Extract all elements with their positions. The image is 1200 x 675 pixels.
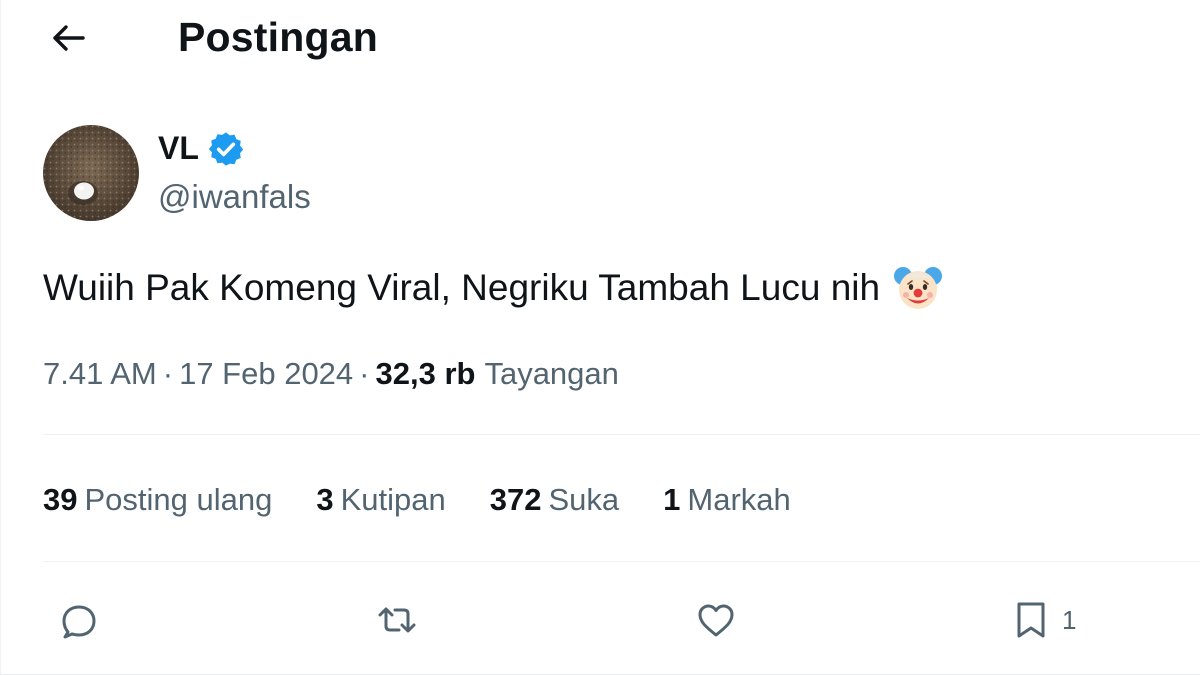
views-label: Tayangan — [484, 356, 619, 391]
bookmark-icon — [1017, 602, 1045, 638]
arrow-left-icon — [53, 25, 85, 51]
heart-icon — [698, 604, 734, 637]
avatar-image — [43, 125, 139, 221]
stat-reposts[interactable]: 39 Posting ulang — [43, 482, 272, 518]
post-meta: 7.41 AM · 17 Feb 2024 · 32,3 rb Tayangan — [43, 356, 619, 392]
engagement-stats: 39 Posting ulang 3 Kutipan 372 Suka 1 Ma… — [43, 482, 835, 518]
page-title: Postingan — [178, 14, 378, 60]
clown-face-icon — [894, 267, 943, 309]
like-button[interactable] — [690, 590, 742, 650]
author-handle[interactable]: @iwanfals — [158, 178, 311, 216]
avatar[interactable] — [43, 125, 139, 221]
stat-label: Suka — [548, 482, 620, 517]
reply-icon — [62, 605, 96, 639]
stat-quotes[interactable]: 3 Kutipan — [316, 482, 445, 518]
back-button[interactable] — [41, 14, 95, 62]
verified-badge-icon — [208, 132, 243, 166]
reply-button[interactable] — [53, 590, 105, 650]
repost-icon — [378, 607, 416, 633]
top-bar: Postingan — [1, 0, 1200, 78]
stat-bookmarks[interactable]: 1 Markah — [663, 482, 791, 518]
stat-count: 39 — [43, 482, 78, 517]
action-bar: 1 — [1, 590, 1200, 650]
post-time[interactable]: 7.41 AM — [43, 356, 157, 392]
post-detail-page: Postingan VL @iwanfals Wuiih Pak Komeng … — [0, 0, 1200, 675]
bookmark-button[interactable]: 1 — [1006, 590, 1076, 650]
author-name-row[interactable]: VL — [158, 128, 245, 168]
divider — [43, 561, 1200, 562]
bookmark-count: 1 — [1062, 604, 1077, 635]
views-count: 32,3 rb — [375, 356, 476, 391]
post-date[interactable]: 17 Feb 2024 — [179, 356, 353, 392]
stat-label: Kutipan — [340, 482, 446, 517]
stat-label: Posting ulang — [84, 482, 273, 517]
stat-count: 372 — [489, 482, 542, 517]
stat-count: 3 — [316, 482, 334, 517]
meta-separator: · — [359, 356, 370, 391]
post-text: Wuiih Pak Komeng Viral, Negriku Tambah L… — [43, 262, 944, 314]
meta-separator: · — [162, 356, 174, 391]
stat-label: Markah — [687, 482, 791, 517]
display-name[interactable]: VL — [158, 130, 199, 167]
stat-count: 1 — [663, 482, 681, 517]
post-text-content: Wuiih Pak Komeng Viral, Negriku Tambah L… — [43, 267, 881, 308]
stat-likes[interactable]: 372 Suka — [490, 482, 619, 518]
divider — [43, 434, 1200, 435]
repost-button[interactable] — [371, 590, 423, 650]
